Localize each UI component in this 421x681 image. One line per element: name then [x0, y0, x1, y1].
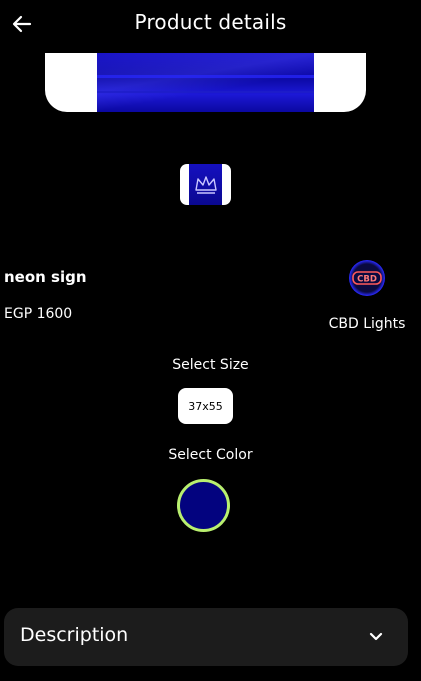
- select-size-label: Select Size: [172, 357, 249, 373]
- brand-name[interactable]: CBD Lights: [322, 316, 412, 332]
- product-photo: [97, 53, 314, 112]
- description-title: Description: [20, 624, 129, 646]
- brand-logo-text: CBD: [357, 275, 377, 285]
- description-panel[interactable]: Description: [4, 608, 408, 666]
- thumbnail-photo: [189, 164, 222, 205]
- crown-icon: [194, 175, 217, 194]
- select-color-label: Select Color: [168, 447, 253, 463]
- app-bar: Product details: [0, 0, 421, 48]
- product-main-image[interactable]: [45, 53, 366, 112]
- brand-logo-mark: CBD: [352, 271, 382, 285]
- product-thumbnail[interactable]: [180, 164, 231, 205]
- size-option[interactable]: 37x55: [178, 388, 233, 424]
- color-swatch[interactable]: [177, 479, 230, 532]
- product-name: neon sign: [4, 268, 87, 286]
- brand-logo[interactable]: CBD: [349, 260, 385, 296]
- chevron-down-icon: [368, 629, 384, 645]
- page-title: Product details: [134, 10, 287, 34]
- product-price: EGP 1600: [4, 306, 73, 322]
